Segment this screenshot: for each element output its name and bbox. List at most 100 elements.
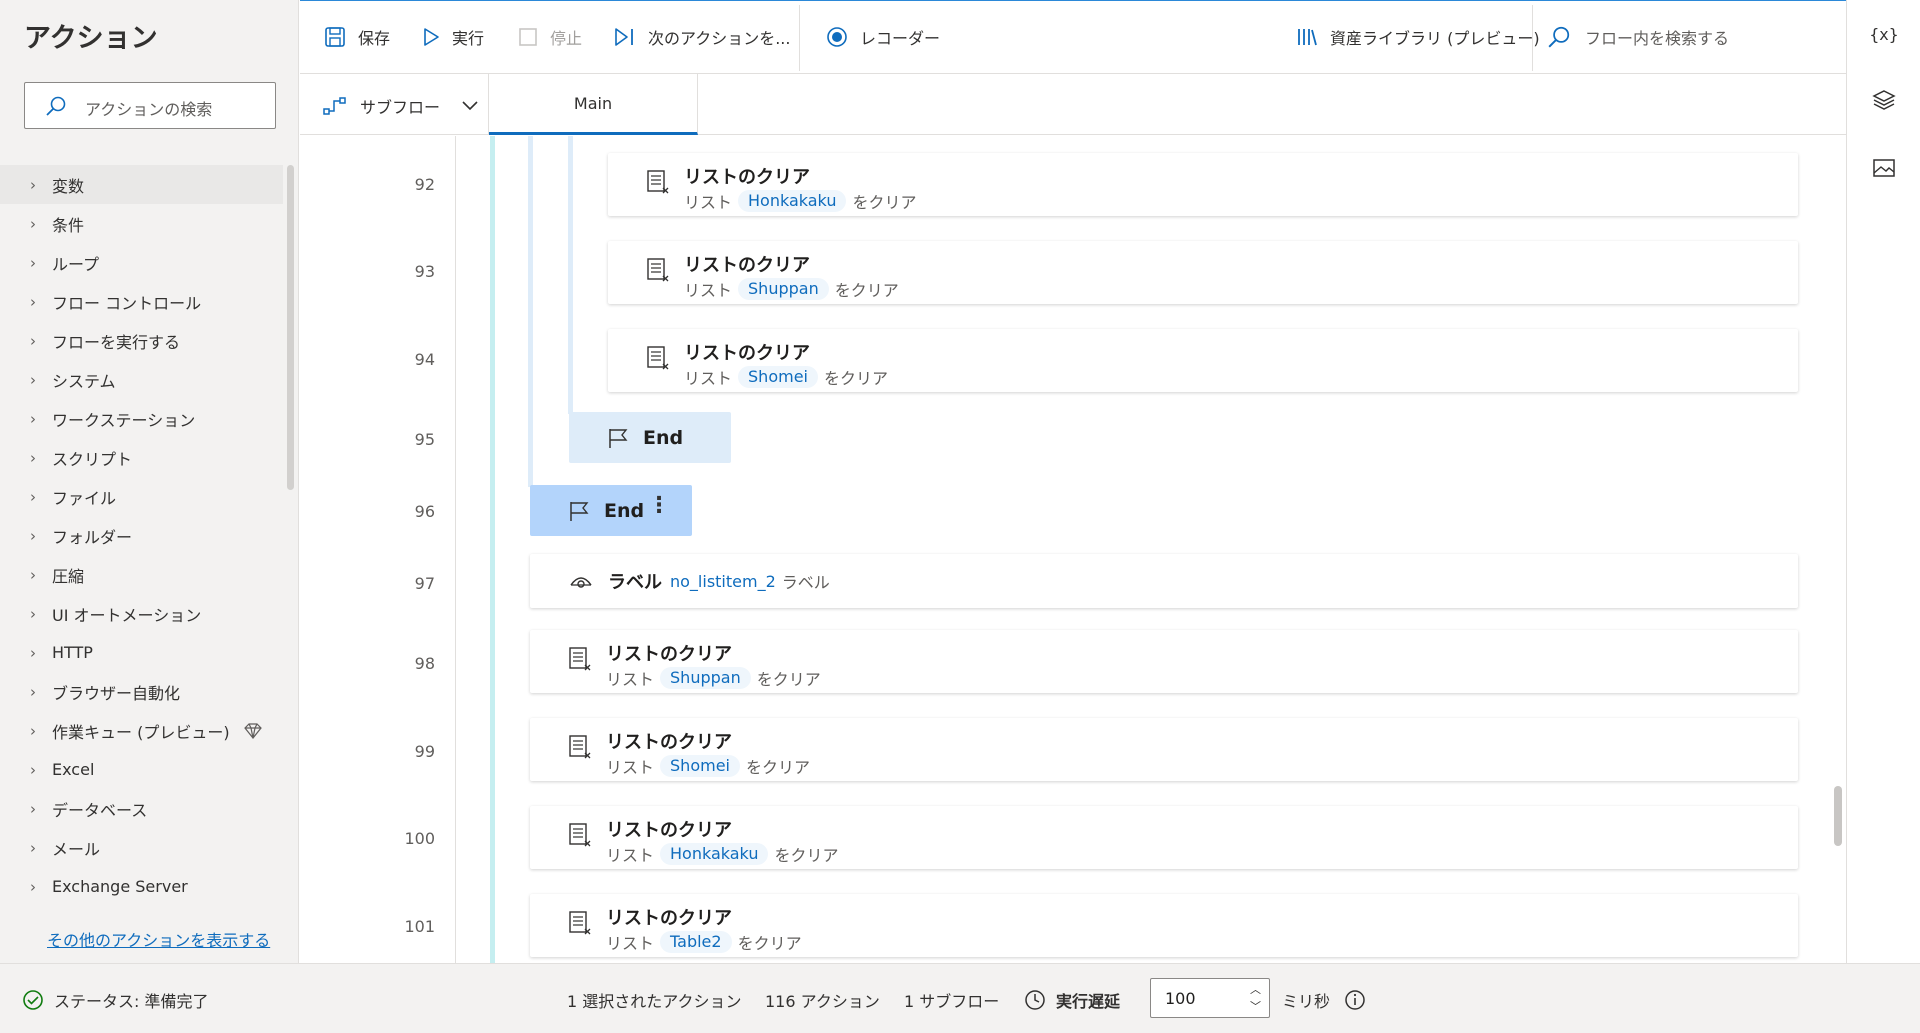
chevron-right-icon: › xyxy=(30,799,36,818)
line-number: 100 xyxy=(404,829,435,848)
category-database[interactable]: › データベース xyxy=(0,789,283,828)
selected-actions-count: 1 選択されたアクション xyxy=(567,992,742,1011)
ui-elements-pane-button[interactable] xyxy=(1870,88,1898,116)
clear-list-icon xyxy=(646,345,670,371)
action-clear-list[interactable]: リストのクリア リスト Honkakaku をクリア xyxy=(530,806,1798,869)
run-delay-value: 100 xyxy=(1165,989,1196,1008)
line-number: 94 xyxy=(414,350,435,369)
category-excel[interactable]: › Excel xyxy=(0,750,283,789)
info-icon[interactable] xyxy=(1344,989,1366,1011)
category-workstation[interactable]: › ワークステーション xyxy=(0,399,283,438)
actions-panel-scrollbar[interactable] xyxy=(287,165,294,490)
line-number: 92 xyxy=(414,175,435,194)
action-clear-list[interactable]: リストのクリア リスト Table2 をクリア xyxy=(530,894,1798,957)
flow-search-input[interactable]: フロー内を検索する xyxy=(1547,25,1729,49)
category-http[interactable]: › HTTP xyxy=(0,633,283,672)
end-block-outer-selected[interactable]: End ⋮ xyxy=(530,485,692,536)
action-clear-list[interactable]: リストのクリア リスト Shomei をクリア xyxy=(608,329,1798,392)
canvas-scrollbar[interactable] xyxy=(1834,786,1842,846)
inner-block-nesting-line xyxy=(568,136,573,414)
variables-icon: {x} xyxy=(1869,24,1899,44)
category-system[interactable]: › システム xyxy=(0,360,283,399)
category-flow-control[interactable]: › フロー コントロール xyxy=(0,282,283,321)
asset-library-button[interactable]: 資産ライブラリ (プレビュー) xyxy=(1296,25,1540,49)
action-clear-list[interactable]: リストのクリア リスト Shomei をクリア xyxy=(530,718,1798,781)
variable-token: Honkakaku xyxy=(738,190,847,212)
run-delay-spinner[interactable]: ︿ ﹀ xyxy=(1250,981,1261,1015)
actions-panel: アクション アクションの検索 › 変数 › 条件 › ループ › フロー コントロール … xyxy=(0,0,299,963)
run-delay-unit: ミリ秒 xyxy=(1282,988,1376,1012)
check-circle-icon xyxy=(22,989,44,1011)
category-loops[interactable]: › ループ xyxy=(0,243,283,282)
action-label[interactable]: ラベル no_listitem_2 ラベル xyxy=(530,554,1798,608)
more-options-icon[interactable]: ⋮ xyxy=(648,493,670,518)
category-browser-automation[interactable]: › ブラウザー自動化 xyxy=(0,672,283,711)
layers-icon xyxy=(1872,89,1896,115)
action-title: リストのクリア xyxy=(684,255,810,276)
clear-list-icon xyxy=(646,169,670,195)
action-summary: リスト Shuppan をクリア xyxy=(684,278,899,300)
action-clear-list[interactable]: リストのクリア リスト Shuppan をクリア xyxy=(608,241,1798,304)
category-ui-automation[interactable]: › UI オートメーション xyxy=(0,594,283,633)
chevron-right-icon: › xyxy=(30,682,36,701)
category-compression[interactable]: › 圧縮 xyxy=(0,555,283,594)
action-clear-list[interactable]: リストのクリア リスト Honkakaku をクリア xyxy=(608,153,1798,216)
toolbar-divider xyxy=(1532,5,1533,71)
action-search-input[interactable]: アクションの検索 xyxy=(24,82,276,129)
label-name-link[interactable]: no_listitem_2 xyxy=(670,572,776,591)
image-icon xyxy=(1872,158,1896,182)
category-file[interactable]: › ファイル xyxy=(0,477,283,516)
tab-main[interactable]: Main xyxy=(489,74,698,135)
chevron-down-icon[interactable]: ﹀ xyxy=(1250,998,1261,1015)
action-summary: リスト Table2 をクリア xyxy=(606,931,802,953)
chevron-right-icon: › xyxy=(30,877,36,896)
category-scripting[interactable]: › スクリプト xyxy=(0,438,283,477)
toolbar: 保存 実行 停止 次のアクションを... レコーダー 資産ライブラリ (プレビュ… xyxy=(300,0,1846,74)
run-delay-input[interactable]: 100 ︿ ﹀ xyxy=(1150,978,1270,1018)
variable-token: Shuppan xyxy=(738,278,829,300)
flag-icon xyxy=(607,427,629,449)
chevron-right-icon: › xyxy=(30,292,36,311)
variables-pane-button[interactable]: {x} xyxy=(1869,20,1899,48)
line-number: 96 xyxy=(414,502,435,521)
flag-icon xyxy=(568,500,590,522)
category-exchange-server[interactable]: › Exchange Server xyxy=(0,867,283,906)
flow-tabs: サブフロー Main xyxy=(300,74,1846,135)
chevron-right-icon: › xyxy=(30,760,36,779)
stop-button[interactable]: 停止 xyxy=(518,25,582,49)
action-search-placeholder: アクションの検索 xyxy=(85,100,213,119)
category-folder[interactable]: › フォルダー xyxy=(0,516,283,555)
subflow-icon xyxy=(322,95,348,117)
variable-token: Shomei xyxy=(738,366,818,388)
category-conditions[interactable]: › 条件 xyxy=(0,204,283,243)
label-icon xyxy=(568,571,594,591)
action-clear-list[interactable]: リストのクリア リスト Shuppan をクリア xyxy=(530,630,1798,693)
chevron-right-icon: › xyxy=(30,487,36,506)
recorder-button[interactable]: レコーダー xyxy=(826,25,940,49)
save-button[interactable]: 保存 xyxy=(324,25,390,49)
chevron-right-icon: › xyxy=(30,331,36,350)
category-work-queues[interactable]: › 作業キュー (プレビュー) xyxy=(0,711,283,750)
show-more-actions-link[interactable]: その他のアクションを表示する xyxy=(47,927,270,951)
category-variables[interactable]: › 変数 xyxy=(0,165,283,204)
subflows-dropdown[interactable]: サブフロー xyxy=(322,94,478,118)
search-icon xyxy=(45,95,67,121)
images-pane-button[interactable] xyxy=(1870,156,1898,184)
line-number-gutter: 92 93 94 95 96 97 98 99 100 101 xyxy=(300,136,456,963)
status-ready: ステータス: 準備完了 xyxy=(22,988,208,1012)
end-block-inner[interactable]: End xyxy=(569,412,731,463)
run-next-action-button[interactable]: 次のアクションを... xyxy=(614,25,790,49)
category-run-flow[interactable]: › フローを実行する xyxy=(0,321,283,360)
variable-token: Table2 xyxy=(660,931,732,953)
clear-list-icon xyxy=(568,910,592,936)
category-email[interactable]: › メール xyxy=(0,828,283,867)
run-button[interactable]: 実行 xyxy=(422,25,484,49)
chevron-up-icon[interactable]: ︿ xyxy=(1250,981,1261,998)
chevron-right-icon: › xyxy=(30,253,36,272)
chevron-right-icon: › xyxy=(30,565,36,584)
clear-list-icon xyxy=(646,257,670,283)
play-icon xyxy=(422,27,440,47)
outer-block-nesting-line xyxy=(528,136,533,487)
toolbar-divider xyxy=(799,5,800,71)
power-automate-desktop-window: アクション アクションの検索 › 変数 › 条件 › ループ › フロー コントロール … xyxy=(0,0,1920,1033)
